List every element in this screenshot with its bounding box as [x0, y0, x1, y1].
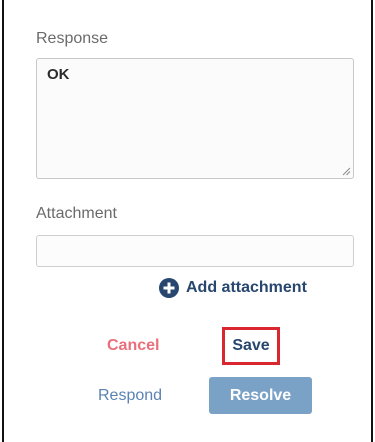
cancel-button[interactable]: Cancel: [107, 337, 159, 355]
response-value: OK: [47, 66, 70, 83]
respond-button[interactable]: Respond: [98, 387, 162, 405]
resolve-button[interactable]: Resolve: [209, 377, 312, 414]
save-button[interactable]: Save: [222, 327, 280, 365]
save-label: Save: [232, 337, 270, 354]
add-attachment-label: Add attachment: [186, 279, 307, 296]
attachment-label: Attachment: [36, 205, 117, 222]
response-textarea[interactable]: OK: [36, 58, 354, 179]
response-panel: Response OK Attachment Add attachment Ca…: [2, 0, 373, 442]
attachment-input[interactable]: [36, 235, 354, 267]
resolve-label: Resolve: [229, 386, 292, 404]
response-label: Response: [36, 30, 109, 47]
add-attachment-button[interactable]: Add attachment: [159, 277, 307, 299]
resize-grip-icon[interactable]: [342, 167, 351, 176]
plus-circle-icon: [159, 278, 179, 298]
